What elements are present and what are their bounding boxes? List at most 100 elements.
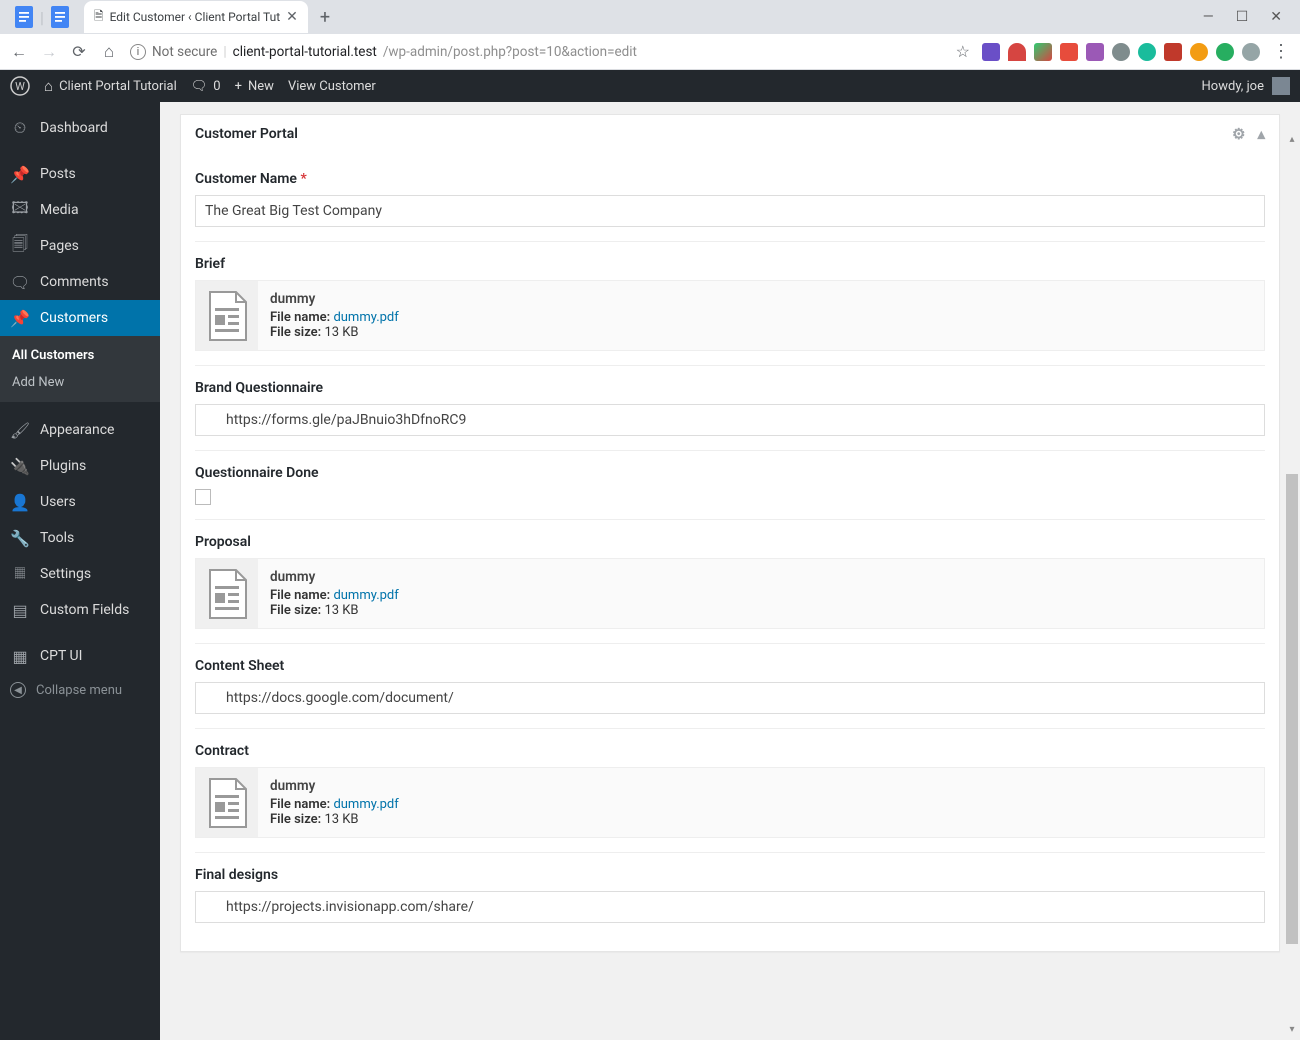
wp-admin-bar: W ⌂ Client Portal Tutorial 🗨 0 + New Vie…: [0, 70, 1300, 102]
plug-icon: 🔌: [10, 456, 30, 476]
extension-icon[interactable]: [1034, 43, 1052, 61]
extension-icon[interactable]: [1138, 43, 1156, 61]
scrollbar-thumb[interactable]: [1286, 474, 1298, 944]
customer-name-input[interactable]: [195, 195, 1265, 227]
file-link[interactable]: dummy.pdf: [333, 310, 398, 325]
file-title: dummy: [270, 291, 399, 307]
sidebar-item-pages[interactable]: 🗐Pages: [0, 228, 160, 264]
maximize-icon[interactable]: ☐: [1236, 9, 1249, 25]
field-contract: Contract dummy File name: dummy.pdf File…: [195, 728, 1265, 852]
file-title: dummy: [270, 778, 399, 794]
browser-tab[interactable]: 🗎 Edit Customer ‹ Client Portal Tut ✕: [84, 1, 308, 33]
view-customer-link[interactable]: View Customer: [288, 79, 376, 94]
extension-icon[interactable]: [1216, 43, 1234, 61]
new-tab-button[interactable]: +: [308, 7, 342, 28]
collapse-menu-button[interactable]: ◀ Collapse menu: [0, 674, 160, 706]
admin-bar-account[interactable]: Howdy, joe: [1202, 77, 1290, 95]
profile-icon[interactable]: [1242, 43, 1260, 61]
site-info-icon[interactable]: i: [130, 44, 146, 60]
sidebar-item-settings[interactable]: 𝄜Settings: [0, 556, 160, 592]
final-designs-input[interactable]: [195, 891, 1265, 923]
file-attachment[interactable]: dummy File name: dummy.pdf File size: 13…: [195, 558, 1265, 629]
browser-chrome: | 🗎 Edit Customer ‹ Client Portal Tut ✕ …: [0, 0, 1300, 70]
sidebar-item-label: Tools: [40, 530, 74, 546]
wrench-icon: 🔧: [10, 528, 30, 548]
comments-link[interactable]: 🗨 0: [191, 79, 221, 94]
wp-logo-icon[interactable]: W: [10, 76, 30, 96]
extension-icon[interactable]: [1008, 43, 1026, 61]
close-window-icon[interactable]: ✕: [1270, 9, 1282, 25]
document-icon: [196, 768, 258, 837]
google-docs-icon-2[interactable]: [48, 5, 72, 29]
field-questionnaire-done: Questionnaire Done: [195, 450, 1265, 519]
minimize-icon[interactable]: —: [1203, 9, 1214, 25]
field-final-designs: Final designs: [195, 852, 1265, 937]
gear-icon[interactable]: ⚙: [1232, 125, 1245, 143]
file-attachment[interactable]: dummy File name: dummy.pdf File size: 13…: [195, 280, 1265, 351]
browser-menu-icon[interactable]: ⋮: [1272, 41, 1290, 62]
field-label: Proposal: [195, 534, 1265, 550]
address-bar-row: ← → ⟳ ⌂ i Not secure | client-portal-tut…: [0, 34, 1300, 70]
scroll-up-icon[interactable]: ▴: [1284, 134, 1300, 150]
scrollbar[interactable]: ▴ ▾: [1284, 134, 1300, 1040]
plus-icon: +: [235, 79, 242, 94]
field-content-sheet: Content Sheet: [195, 643, 1265, 728]
sidebar-item-cpt-ui[interactable]: ▦CPT UI: [0, 638, 160, 674]
extension-icon[interactable]: [982, 43, 1000, 61]
avatar-icon: [1272, 77, 1290, 95]
comment-icon: 🗨: [10, 272, 30, 292]
reload-icon[interactable]: ⟳: [70, 42, 88, 61]
submenu-all-customers[interactable]: All Customers: [0, 342, 160, 369]
site-title: Client Portal Tutorial: [59, 79, 177, 94]
close-tab-icon[interactable]: ✕: [286, 9, 298, 25]
extension-icon[interactable]: [1086, 43, 1104, 61]
file-title: dummy: [270, 569, 399, 585]
svg-text:W: W: [15, 80, 25, 93]
sidebar-item-custom-fields[interactable]: ▤Custom Fields: [0, 592, 160, 628]
postbox-title: Customer Portal: [195, 126, 298, 142]
sidebar-item-label: Custom Fields: [40, 602, 129, 618]
collapse-label: Collapse menu: [36, 683, 122, 698]
file-link[interactable]: dummy.pdf: [333, 588, 398, 603]
file-attachment[interactable]: dummy File name: dummy.pdf File size: 13…: [195, 767, 1265, 838]
view-label: View Customer: [288, 79, 376, 94]
forward-icon[interactable]: →: [40, 42, 58, 62]
sidebar-item-customers[interactable]: 📌 Customers: [0, 300, 160, 336]
google-docs-icon[interactable]: [12, 5, 36, 29]
submenu-add-new[interactable]: Add New: [0, 369, 160, 396]
bookmark-star-icon[interactable]: ☆: [956, 42, 970, 61]
extension-icon[interactable]: [1190, 43, 1208, 61]
brand-questionnaire-input[interactable]: [195, 404, 1265, 436]
extension-icon[interactable]: [1112, 43, 1130, 61]
url-path: /wp-admin/post.php?post=10&action=edit: [383, 44, 637, 60]
sidebar-item-comments[interactable]: 🗨Comments: [0, 264, 160, 300]
content-sheet-input[interactable]: [195, 682, 1265, 714]
pin-icon: 📌: [10, 308, 30, 328]
field-label: Customer Name *: [195, 171, 1265, 187]
questionnaire-done-checkbox[interactable]: [195, 489, 211, 505]
sidebar-item-users[interactable]: 👤Users: [0, 484, 160, 520]
extension-icon[interactable]: [1164, 43, 1182, 61]
new-content-link[interactable]: + New: [235, 79, 274, 94]
sidebar-item-label: Users: [40, 494, 76, 510]
address-bar[interactable]: i Not secure | client-portal-tutorial.te…: [130, 44, 944, 60]
sidebar-item-posts[interactable]: 📌Posts: [0, 156, 160, 192]
sidebar-item-tools[interactable]: 🔧 Tools: [0, 520, 160, 556]
sidebar-submenu: All Customers Add New: [0, 336, 160, 402]
scroll-down-icon[interactable]: ▾: [1284, 1024, 1300, 1040]
home-icon[interactable]: ⌂: [100, 42, 118, 62]
collapse-icon: ◀: [10, 682, 26, 698]
sidebar-item-plugins[interactable]: 🔌Plugins: [0, 448, 160, 484]
field-proposal: Proposal dummy File name: dummy.pdf File…: [195, 519, 1265, 643]
extension-icon[interactable]: [1060, 43, 1078, 61]
file-size: 13 KB: [324, 603, 358, 618]
sidebar-item-dashboard[interactable]: ⏲Dashboard: [0, 110, 160, 146]
sidebar-item-label: Pages: [40, 238, 79, 254]
collapse-panel-icon[interactable]: ▴: [1257, 125, 1265, 143]
sidebar-item-label: Customers: [40, 310, 108, 326]
file-link[interactable]: dummy.pdf: [333, 797, 398, 812]
back-icon[interactable]: ←: [10, 42, 28, 62]
site-name-link[interactable]: ⌂ Client Portal Tutorial: [44, 77, 177, 95]
sidebar-item-appearance[interactable]: 🖌Appearance: [0, 412, 160, 448]
sidebar-item-media[interactable]: 🖾Media: [0, 192, 160, 228]
